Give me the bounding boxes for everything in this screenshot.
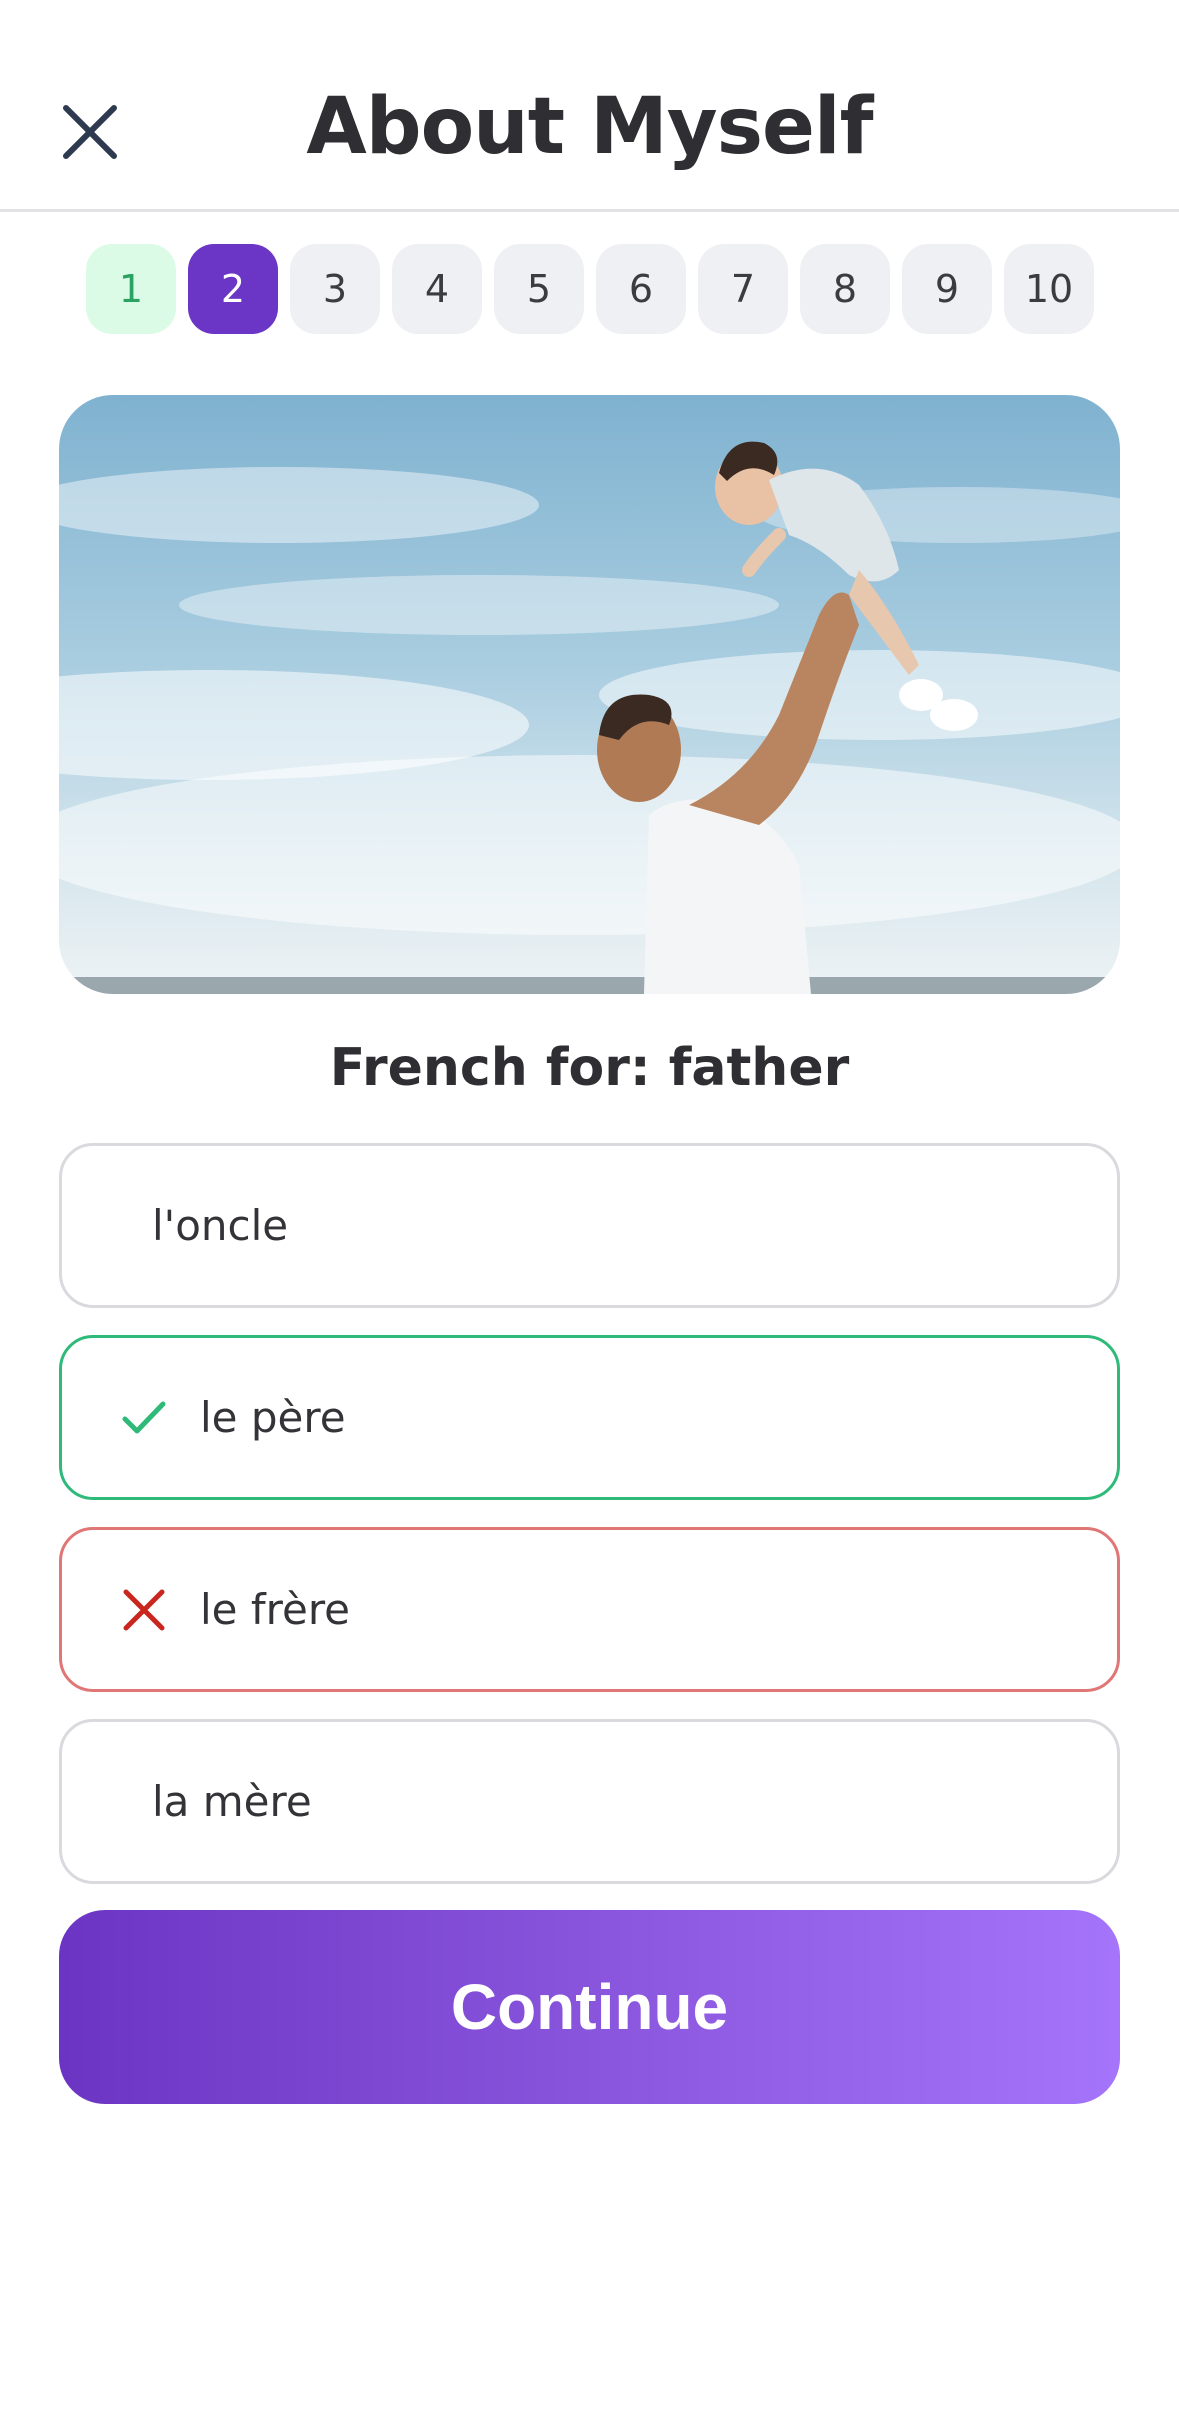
answer-option-label: le frère	[200, 1585, 351, 1634]
step-8[interactable]: 8	[800, 244, 890, 334]
step-9[interactable]: 9	[902, 244, 992, 334]
continue-button[interactable]: Continue	[59, 1910, 1120, 2104]
step-6[interactable]: 6	[596, 244, 686, 334]
answer-option-3-wrong[interactable]: le frère	[59, 1527, 1120, 1692]
answer-option-1[interactable]: l'oncle	[59, 1143, 1120, 1308]
question-prompt: French for: father	[329, 1038, 850, 1098]
answer-option-2-correct[interactable]: le père	[59, 1335, 1120, 1500]
answer-option-label: l'oncle	[152, 1201, 289, 1250]
step-2[interactable]: 2	[188, 244, 278, 334]
answer-option-4[interactable]: la mère	[59, 1719, 1120, 1884]
page-title: About Myself	[306, 82, 873, 172]
step-4[interactable]: 4	[392, 244, 482, 334]
step-7[interactable]: 7	[698, 244, 788, 334]
answer-option-label: la mère	[152, 1777, 312, 1826]
step-10[interactable]: 10	[1004, 244, 1094, 334]
step-5[interactable]: 5	[494, 244, 584, 334]
check-icon	[118, 1392, 170, 1444]
lesson-photo-father-lifting-child	[59, 395, 1120, 994]
answer-option-label: le père	[200, 1393, 346, 1442]
step-3[interactable]: 3	[290, 244, 380, 334]
step-1[interactable]: 1	[86, 244, 176, 334]
cross-icon	[118, 1584, 170, 1636]
top-bar: About Myself	[0, 0, 1179, 212]
lesson-progress-steps: 1 2 3 4 5 6 7 8 9 10	[86, 244, 1094, 334]
